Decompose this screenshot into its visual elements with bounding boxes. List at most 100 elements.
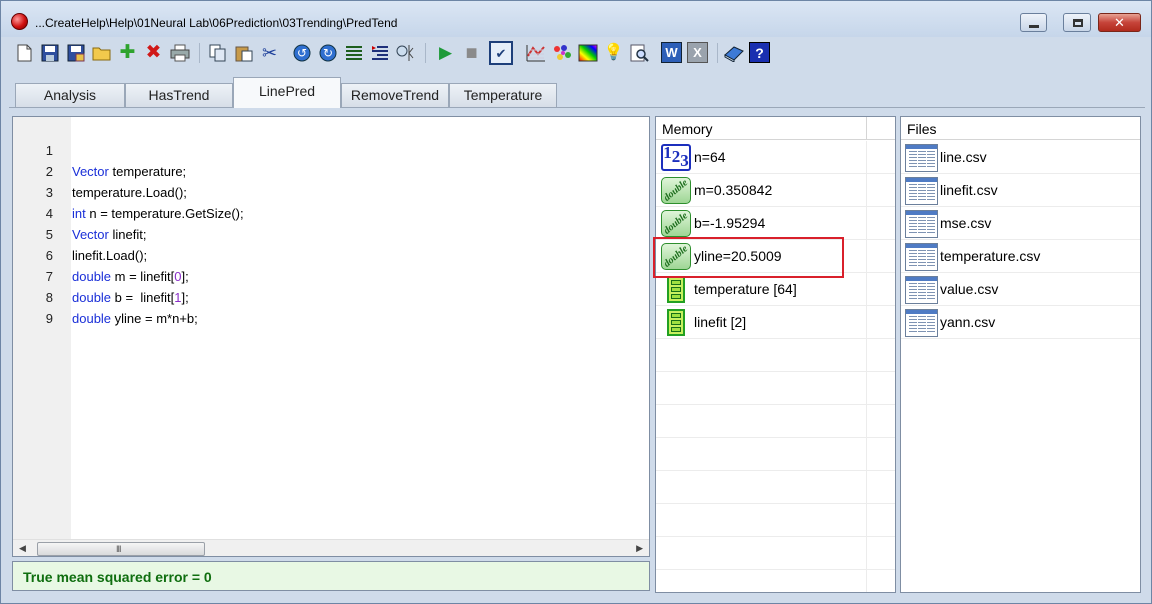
- file-item[interactable]: temperature.csv: [901, 240, 1140, 273]
- csv-file-icon: [905, 276, 938, 304]
- double-icon: double: [661, 177, 691, 204]
- delete-icon[interactable]: ✖: [143, 42, 164, 63]
- maximize-button[interactable]: [1063, 13, 1091, 32]
- svg-text:↻: ↻: [322, 46, 332, 60]
- files-header[interactable]: Files: [901, 117, 1140, 140]
- file-item-label: temperature.csv: [940, 248, 1041, 264]
- empty-row: [656, 405, 895, 438]
- redo-icon[interactable]: ↻: [317, 42, 338, 63]
- file-item-label: mse.csv: [940, 215, 992, 231]
- files-header-label: Files: [907, 121, 937, 137]
- code-line[interactable]: 1 Vector temperature;: [13, 119, 649, 179]
- save-icon[interactable]: [39, 42, 60, 63]
- tab-removetrend[interactable]: RemoveTrend: [341, 83, 449, 108]
- outdent-icon[interactable]: [369, 42, 390, 63]
- close-icon: ✕: [1114, 15, 1125, 30]
- stop-icon[interactable]: ■: [461, 42, 482, 63]
- title-bar[interactable]: ...CreateHelp\Help\01Neural Lab\06Predic…: [1, 1, 1151, 37]
- code-text: yline = m*n+b;: [111, 311, 198, 326]
- code-line[interactable]: 4 Vector linefit;: [13, 182, 649, 242]
- word-icon[interactable]: W: [661, 42, 682, 63]
- memory-item[interactable]: 123 n=64: [656, 141, 895, 174]
- file-item[interactable]: mse.csv: [901, 207, 1140, 240]
- add-icon[interactable]: ✚: [117, 42, 138, 63]
- code-line[interactable]: 9: [13, 287, 649, 326]
- code-line[interactable]: 6 double m = linefit[0];: [13, 224, 649, 284]
- excel-icon[interactable]: X: [687, 42, 708, 63]
- tab-linepred[interactable]: LinePred: [233, 77, 341, 108]
- tab-analysis[interactable]: Analysis: [15, 83, 125, 108]
- grip-icon: III: [116, 544, 121, 554]
- file-item[interactable]: value.csv: [901, 273, 1140, 306]
- paste-icon[interactable]: [233, 42, 254, 63]
- empty-row: [656, 339, 895, 372]
- spectrum-icon[interactable]: [577, 42, 598, 63]
- memory-item-label: temperature [64]: [694, 281, 797, 297]
- memory-item-label: yline=20.5009: [694, 248, 782, 264]
- tab-divider: [9, 107, 1145, 108]
- memory-item-label: b=-1.95294: [694, 215, 766, 231]
- code-line[interactable]: 8 double yline = m*n+b;: [13, 266, 649, 326]
- app-icon[interactable]: [11, 13, 28, 30]
- memory-item[interactable]: temperature [64]: [656, 273, 895, 306]
- save-as-icon[interactable]: [65, 42, 86, 63]
- file-item[interactable]: line.csv: [901, 141, 1140, 174]
- print-icon[interactable]: [169, 42, 190, 63]
- code-editor[interactable]: 1 Vector temperature; 2 temperature.Load…: [12, 116, 650, 557]
- undo-icon[interactable]: ↺: [291, 42, 312, 63]
- status-bar: True mean squared error = 0: [12, 561, 650, 591]
- scroll-left-icon[interactable]: ◀: [19, 543, 26, 554]
- file-item[interactable]: yann.csv: [901, 306, 1140, 339]
- file-item-label: linefit.csv: [940, 182, 998, 198]
- vector-icon: [667, 276, 685, 303]
- toolbar-separator: [425, 43, 426, 63]
- memory-panel: Memory 123 n=64 double m=0.350842 double…: [655, 116, 896, 593]
- empty-row: [656, 504, 895, 537]
- integer-icon: 123: [661, 143, 691, 171]
- file-item[interactable]: linefit.csv: [901, 174, 1140, 207]
- memory-item[interactable]: double m=0.350842: [656, 174, 895, 207]
- minimize-button[interactable]: [1020, 13, 1047, 32]
- memory-item[interactable]: double b=-1.95294: [656, 207, 895, 240]
- scrollbar-thumb[interactable]: III: [37, 542, 205, 556]
- memory-item-label: m=0.350842: [694, 182, 773, 198]
- check-icon[interactable]: ✔: [489, 41, 513, 65]
- double-icon: double: [661, 243, 691, 270]
- memory-item[interactable]: linefit [2]: [656, 306, 895, 339]
- book-icon[interactable]: [723, 42, 744, 63]
- csv-file-icon: [905, 177, 938, 205]
- palette-icon[interactable]: [551, 42, 572, 63]
- memory-item[interactable]: double yline=20.5009: [656, 240, 895, 273]
- code-line[interactable]: 7 double b = linefit[1];: [13, 245, 649, 305]
- new-document-icon[interactable]: [13, 42, 34, 63]
- file-item-label: line.csv: [940, 149, 987, 165]
- cut-icon[interactable]: ✂: [259, 42, 280, 63]
- csv-file-icon: [905, 144, 938, 172]
- tab-hastrend[interactable]: HasTrend: [125, 83, 233, 108]
- code-keyword: double: [72, 311, 112, 326]
- copy-icon[interactable]: [207, 42, 228, 63]
- open-folder-icon[interactable]: [91, 42, 112, 63]
- maximize-icon: [1073, 19, 1083, 27]
- bulb-icon[interactable]: 💡: [603, 42, 624, 63]
- indent-icon[interactable]: [343, 42, 364, 63]
- close-button[interactable]: ✕: [1098, 13, 1141, 32]
- minimize-icon: [1029, 25, 1039, 28]
- memory-header[interactable]: Memory: [656, 117, 895, 140]
- code-line[interactable]: 3 int n = temperature.GetSize();: [13, 161, 649, 221]
- preview-icon[interactable]: [629, 42, 650, 63]
- find-icon[interactable]: [395, 42, 416, 63]
- memory-header-label: Memory: [662, 121, 713, 137]
- line-number: 9: [45, 311, 53, 326]
- help-icon[interactable]: ?: [749, 42, 770, 63]
- scroll-right-icon[interactable]: ▶: [636, 543, 643, 554]
- chart-icon[interactable]: [525, 42, 546, 63]
- horizontal-scrollbar[interactable]: ◀ III ▶: [13, 539, 649, 556]
- toolbar-separator: [199, 43, 200, 63]
- code-line[interactable]: 2 temperature.Load();: [13, 140, 649, 200]
- tab-temperature[interactable]: Temperature: [449, 83, 557, 108]
- empty-row: [656, 471, 895, 504]
- app-window: ...CreateHelp\Help\01Neural Lab\06Predic…: [0, 0, 1152, 604]
- code-line[interactable]: 5 linefit.Load();: [13, 203, 649, 263]
- run-icon[interactable]: ▶: [435, 42, 456, 63]
